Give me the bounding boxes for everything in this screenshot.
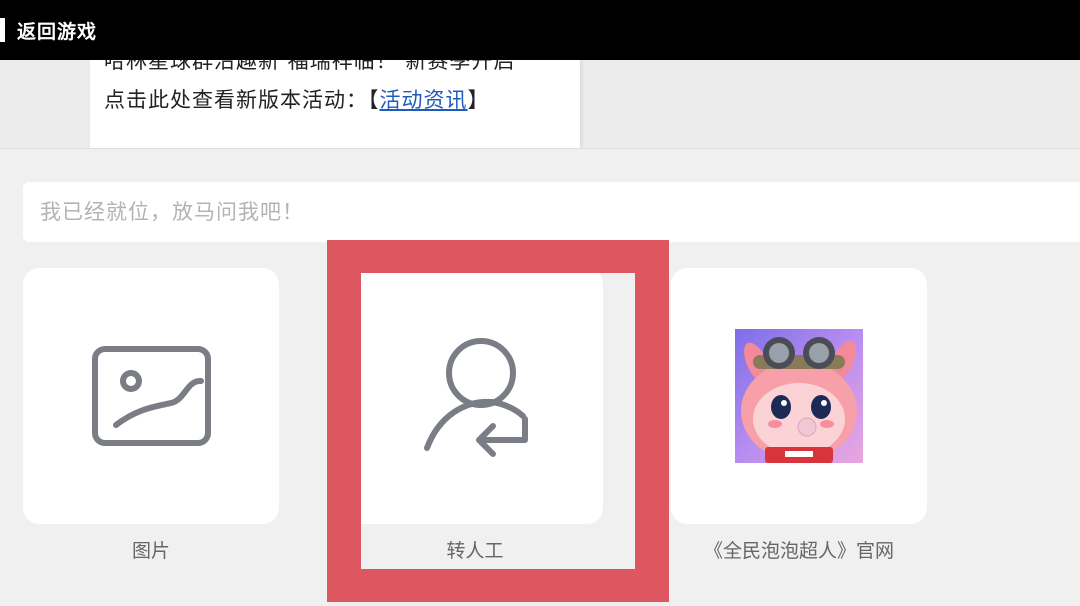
chat-line-2-suffix: 】 <box>467 88 490 112</box>
image-icon <box>92 346 211 446</box>
transfer-to-human-icon <box>424 338 528 457</box>
back-to-game-button[interactable]: 返回游戏 <box>0 0 97 60</box>
official-site-tile-label: 《全民泡泡超人》官网 <box>703 540 894 562</box>
image-tile[interactable] <box>23 268 279 524</box>
transfer-human-tile-label: 转人工 <box>446 540 504 562</box>
activity-news-link[interactable]: 活动资讯 <box>380 88 468 112</box>
chat-line-2: 点击此处查看新版本活动：【活动资讯】 <box>104 84 490 114</box>
transfer-human-tile[interactable] <box>347 268 603 524</box>
message-input[interactable] <box>23 182 1080 242</box>
back-indicator <box>0 18 5 42</box>
image-tile-label: 图片 <box>131 540 170 562</box>
game-avatar <box>735 329 863 463</box>
chat-line-2-prefix: 点击此处查看新版本活动：【 <box>104 88 380 112</box>
back-label: 返回游戏 <box>17 20 98 43</box>
top-bar: 返回游戏 <box>0 0 1080 60</box>
official-site-tile[interactable] <box>671 268 927 524</box>
